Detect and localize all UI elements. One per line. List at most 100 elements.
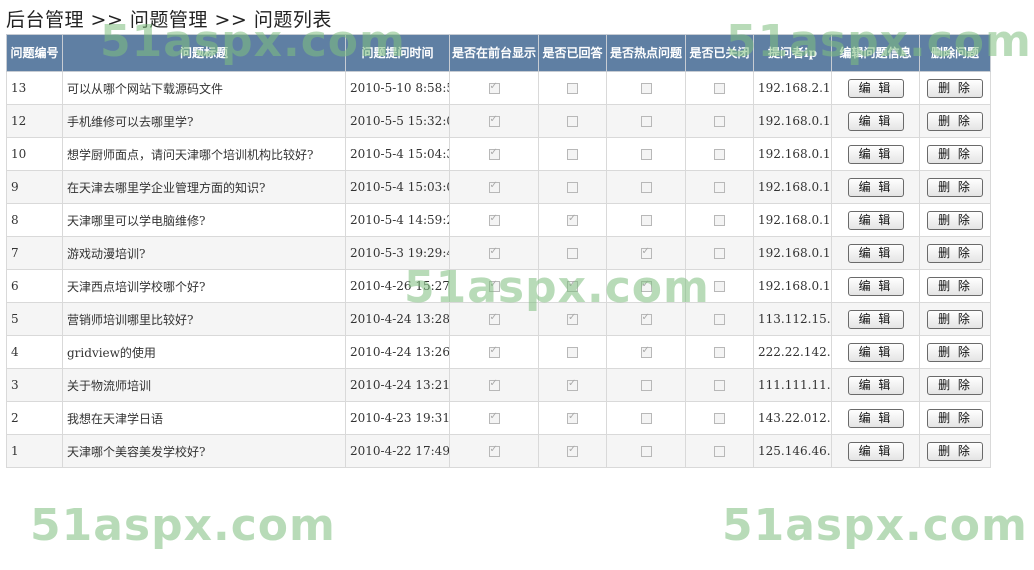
delete-button[interactable]: 删 除 [927,375,983,395]
cell-id: 12 [6,104,63,138]
cell-edit: 编 辑 [831,104,920,138]
delete-button[interactable]: 删 除 [927,177,983,197]
edit-button[interactable]: 编 辑 [847,375,904,395]
delete-button[interactable]: 删 除 [927,210,983,230]
hot-checkbox [640,83,652,94]
edit-button[interactable]: 编 辑 [847,210,904,230]
cell-closed [685,434,754,468]
watermark: 51aspx.com [722,500,1028,551]
cell-front [449,269,539,303]
delete-button[interactable]: 删 除 [927,243,983,263]
cell-delete: 删 除 [919,71,991,105]
delete-button[interactable]: 删 除 [927,309,983,329]
edit-button[interactable]: 编 辑 [847,243,904,263]
closed-checkbox [714,446,725,457]
cell-title: 在天津去哪里学企业管理方面的知识? [62,170,346,204]
cell-answered [538,401,607,435]
header-ip: 提问者ip [753,34,832,72]
header-delete: 删除问题 [919,34,991,72]
edit-button[interactable]: 编 辑 [847,408,904,428]
cell-time: 2010-4-22 17:49:11 [345,434,450,468]
cell-answered [538,434,607,468]
closed-checkbox [714,248,725,259]
cell-time: 2010-5-5 15:32:00 [345,104,450,138]
cell-id: 7 [6,236,63,270]
cell-front [449,203,539,237]
edit-button[interactable]: 编 辑 [847,276,904,296]
closed-checkbox [714,413,725,424]
header-front: 是否在前台显示 [449,34,539,72]
front-checkbox [488,345,500,358]
closed-checkbox [714,281,725,292]
delete-button[interactable]: 删 除 [927,78,983,98]
hot-checkbox [640,215,652,226]
front-checkbox [488,213,500,226]
cell-time: 2010-5-3 19:29:44 [345,236,450,270]
hot-checkbox [640,345,652,358]
cell-id: 5 [6,302,63,336]
cell-closed [685,368,754,402]
cell-hot [606,368,686,402]
cell-front [449,401,539,435]
front-checkbox [488,378,500,391]
table-row: 6天津西点培训学校哪个好?2010-4-26 15:27:17 192.168.0… [6,269,991,303]
front-checkbox [488,444,500,457]
cell-title: 手机维修可以去哪里学? [62,104,346,138]
table-row: 12手机维修可以去哪里学?2010-5-5 15:32:00 192.168.0.… [6,104,991,138]
closed-checkbox [714,116,725,127]
edit-button[interactable]: 编 辑 [847,309,904,329]
front-checkbox [488,81,500,94]
cell-answered [538,170,607,204]
edit-button[interactable]: 编 辑 [847,441,904,461]
cell-id: 10 [6,137,63,171]
cell-hot [606,401,686,435]
edit-button[interactable]: 编 辑 [847,78,904,98]
edit-button[interactable]: 编 辑 [847,144,904,164]
cell-hot [606,302,686,336]
cell-ip: 111.111.11.11 [753,368,832,402]
cell-ip: 192.168.0.11 [753,170,832,204]
question-table: 问题编号 问题标题 问题提问时间 是否在前台显示 是否已回答 是否热点问题 是否… [6,34,991,468]
delete-button[interactable]: 删 除 [927,144,983,164]
cell-closed [685,335,754,369]
hot-checkbox [640,446,652,457]
edit-button[interactable]: 编 辑 [847,111,904,131]
cell-hot [606,335,686,369]
delete-button[interactable]: 删 除 [927,441,983,461]
edit-button[interactable]: 编 辑 [847,342,904,362]
cell-id: 13 [6,71,63,105]
table-row: 1天津哪个美容美发学校好?2010-4-22 17:49:11 125.146.4… [6,434,991,468]
table-row: 10想学厨师面点，请问天津哪个培训机构比较好?2010-5-4 15:04:39… [6,137,991,171]
cell-delete: 删 除 [919,137,991,171]
cell-ip: 192.168.0.11 [753,269,832,303]
cell-closed [685,104,754,138]
delete-button[interactable]: 删 除 [927,408,983,428]
cell-delete: 删 除 [919,302,991,336]
delete-button[interactable]: 删 除 [927,111,983,131]
hot-checkbox [640,413,652,424]
delete-button[interactable]: 删 除 [927,342,983,362]
cell-time: 2010-4-24 13:21:27 [345,368,450,402]
front-checkbox [488,147,500,160]
hot-checkbox [640,149,652,160]
cell-delete: 删 除 [919,203,991,237]
cell-time: 2010-5-4 14:59:20 [345,203,450,237]
cell-front [449,302,539,336]
closed-checkbox [714,215,725,226]
cell-closed [685,302,754,336]
cell-answered [538,368,607,402]
table-row: 4gridview的使用2010-4-24 13:26:12 222.22.142… [6,335,991,369]
cell-id: 4 [6,335,63,369]
cell-delete: 删 除 [919,401,991,435]
cell-delete: 删 除 [919,170,991,204]
edit-button[interactable]: 编 辑 [847,177,904,197]
cell-edit: 编 辑 [831,137,920,171]
front-checkbox [488,411,500,424]
cell-front [449,71,539,105]
delete-button[interactable]: 删 除 [927,276,983,296]
cell-answered [538,71,607,105]
closed-checkbox [714,314,725,325]
cell-delete: 删 除 [919,335,991,369]
answered-checkbox [567,312,578,325]
hot-checkbox [640,312,652,325]
